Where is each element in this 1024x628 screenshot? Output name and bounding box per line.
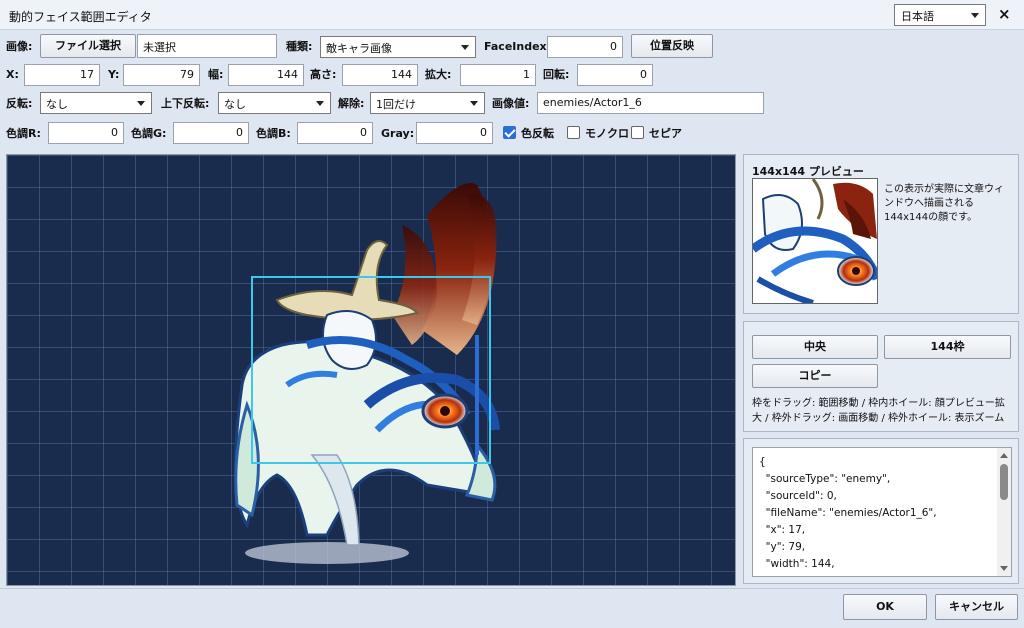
apply-position-button[interactable]: 位置反映	[631, 34, 713, 58]
y-field[interactable]: 79	[123, 64, 200, 86]
window-title: 動的フェイス範囲エディタ	[9, 10, 152, 24]
close-icon[interactable]: ×	[998, 7, 1011, 22]
tone-g-field[interactable]: 0	[173, 122, 249, 144]
chevron-down-icon	[137, 101, 145, 106]
height-label: 高さ:	[310, 68, 337, 81]
tone-g-label: 色調G:	[131, 127, 167, 140]
image-value-field[interactable]: enemies/Actor1_6	[537, 92, 764, 114]
mono-label: モノクロ	[585, 127, 629, 140]
release-value: 1回だけ	[376, 98, 416, 111]
release-select[interactable]: 1回だけ	[370, 92, 485, 114]
chevron-down-icon	[316, 101, 324, 106]
vflip-select[interactable]: なし	[218, 92, 331, 114]
release-label: 解除:	[338, 97, 365, 110]
gray-label: Gray:	[381, 127, 415, 140]
language-value: 日本語	[901, 10, 934, 23]
tone-b-label: 色調B:	[256, 127, 291, 140]
sepia-label: セピア	[649, 127, 682, 140]
face-preview-image[interactable]	[752, 178, 878, 304]
tools-panel: 中央 144枠 コピー 枠をドラッグ: 範囲移動 / 枠内ホイール: 顔プレビュ…	[743, 321, 1019, 432]
frame-144-button[interactable]: 144枠	[884, 335, 1011, 359]
scroll-up-icon[interactable]	[1000, 453, 1008, 458]
checkbox-icon[interactable]	[631, 126, 644, 139]
footer-bar: OK キャンセル	[0, 588, 1024, 628]
mono-checkbox[interactable]: モノクロ	[567, 125, 629, 141]
preview-note: この表示が実際に文章ウィンドウへ描画される144x144の顔です。	[884, 184, 1004, 223]
x-field[interactable]: 17	[24, 64, 100, 86]
invert-label: 色反転	[521, 127, 554, 140]
vflip-value: なし	[224, 98, 246, 111]
gray-field[interactable]: 0	[416, 122, 493, 144]
vflip-label: 上下反転:	[161, 97, 210, 110]
json-panel: { "sourceType": "enemy", "sourceId": 0, …	[743, 438, 1019, 584]
x-label: X:	[6, 68, 19, 81]
ok-button[interactable]: OK	[843, 594, 927, 620]
invert-checkbox[interactable]: 色反転	[503, 125, 565, 141]
height-field[interactable]: 144	[342, 64, 418, 86]
preview-title: 144x144 プレビュー	[752, 165, 864, 178]
checkbox-icon[interactable]	[567, 126, 580, 139]
json-scrollbar[interactable]	[997, 448, 1011, 576]
checkbox-checked-icon[interactable]	[503, 126, 516, 139]
scale-field[interactable]: 1	[460, 64, 536, 86]
rotate-field[interactable]: 0	[577, 64, 653, 86]
copy-button[interactable]: コピー	[752, 364, 878, 388]
face-index-field[interactable]: 0	[547, 36, 623, 58]
tone-r-field[interactable]: 0	[48, 122, 124, 144]
tone-b-field[interactable]: 0	[297, 122, 373, 144]
flip-label: 反転:	[6, 97, 33, 110]
scroll-down-icon[interactable]	[1000, 566, 1008, 571]
character-sprite-image	[234, 183, 500, 564]
center-button[interactable]: 中央	[752, 335, 878, 359]
title-bar: 動的フェイス範囲エディタ 日本語 ×	[0, 0, 1024, 30]
json-output-text: { "sourceType": "enemy", "sourceId": 0, …	[759, 456, 937, 576]
preview-panel: 144x144 プレビュー この表示が実際に文章ウィンドウへ描画される144x1…	[743, 154, 1019, 314]
scale-label: 拡大:	[425, 68, 452, 81]
width-label: 幅:	[208, 68, 224, 81]
chevron-down-icon	[971, 13, 979, 18]
kind-value: 敵キャラ画像	[326, 42, 392, 55]
width-field[interactable]: 144	[228, 64, 304, 86]
flip-select[interactable]: なし	[40, 92, 152, 114]
json-output-textarea[interactable]: { "sourceType": "enemy", "sourceId": 0, …	[752, 447, 1012, 577]
image-canvas[interactable]	[6, 154, 736, 586]
rotate-label: 回転:	[543, 68, 570, 81]
image-value-label: 画像値:	[492, 97, 530, 110]
sepia-checkbox[interactable]: セピア	[631, 125, 687, 141]
chevron-down-icon	[461, 45, 469, 50]
y-label: Y:	[108, 68, 120, 81]
kind-label: 種類:	[286, 40, 313, 53]
face-index-label: FaceIndex:	[484, 40, 552, 53]
scrollbar-thumb[interactable]	[1000, 464, 1008, 500]
language-select[interactable]: 日本語	[894, 4, 986, 26]
file-name-field[interactable]: 未選択	[137, 34, 277, 58]
flip-value: なし	[46, 98, 68, 111]
chevron-down-icon	[470, 101, 478, 106]
kind-select[interactable]: 敵キャラ画像	[320, 36, 476, 58]
tone-r-label: 色調R:	[6, 127, 41, 140]
face-preview-graphic	[753, 179, 877, 303]
operation-hint: 枠をドラッグ: 範囲移動 / 枠内ホイール: 顔プレビュー拡大 / 枠外ドラッグ…	[752, 398, 1005, 424]
cancel-button[interactable]: キャンセル	[935, 594, 1018, 620]
file-select-button[interactable]: ファイル選択	[40, 34, 136, 58]
image-label: 画像:	[6, 40, 33, 53]
